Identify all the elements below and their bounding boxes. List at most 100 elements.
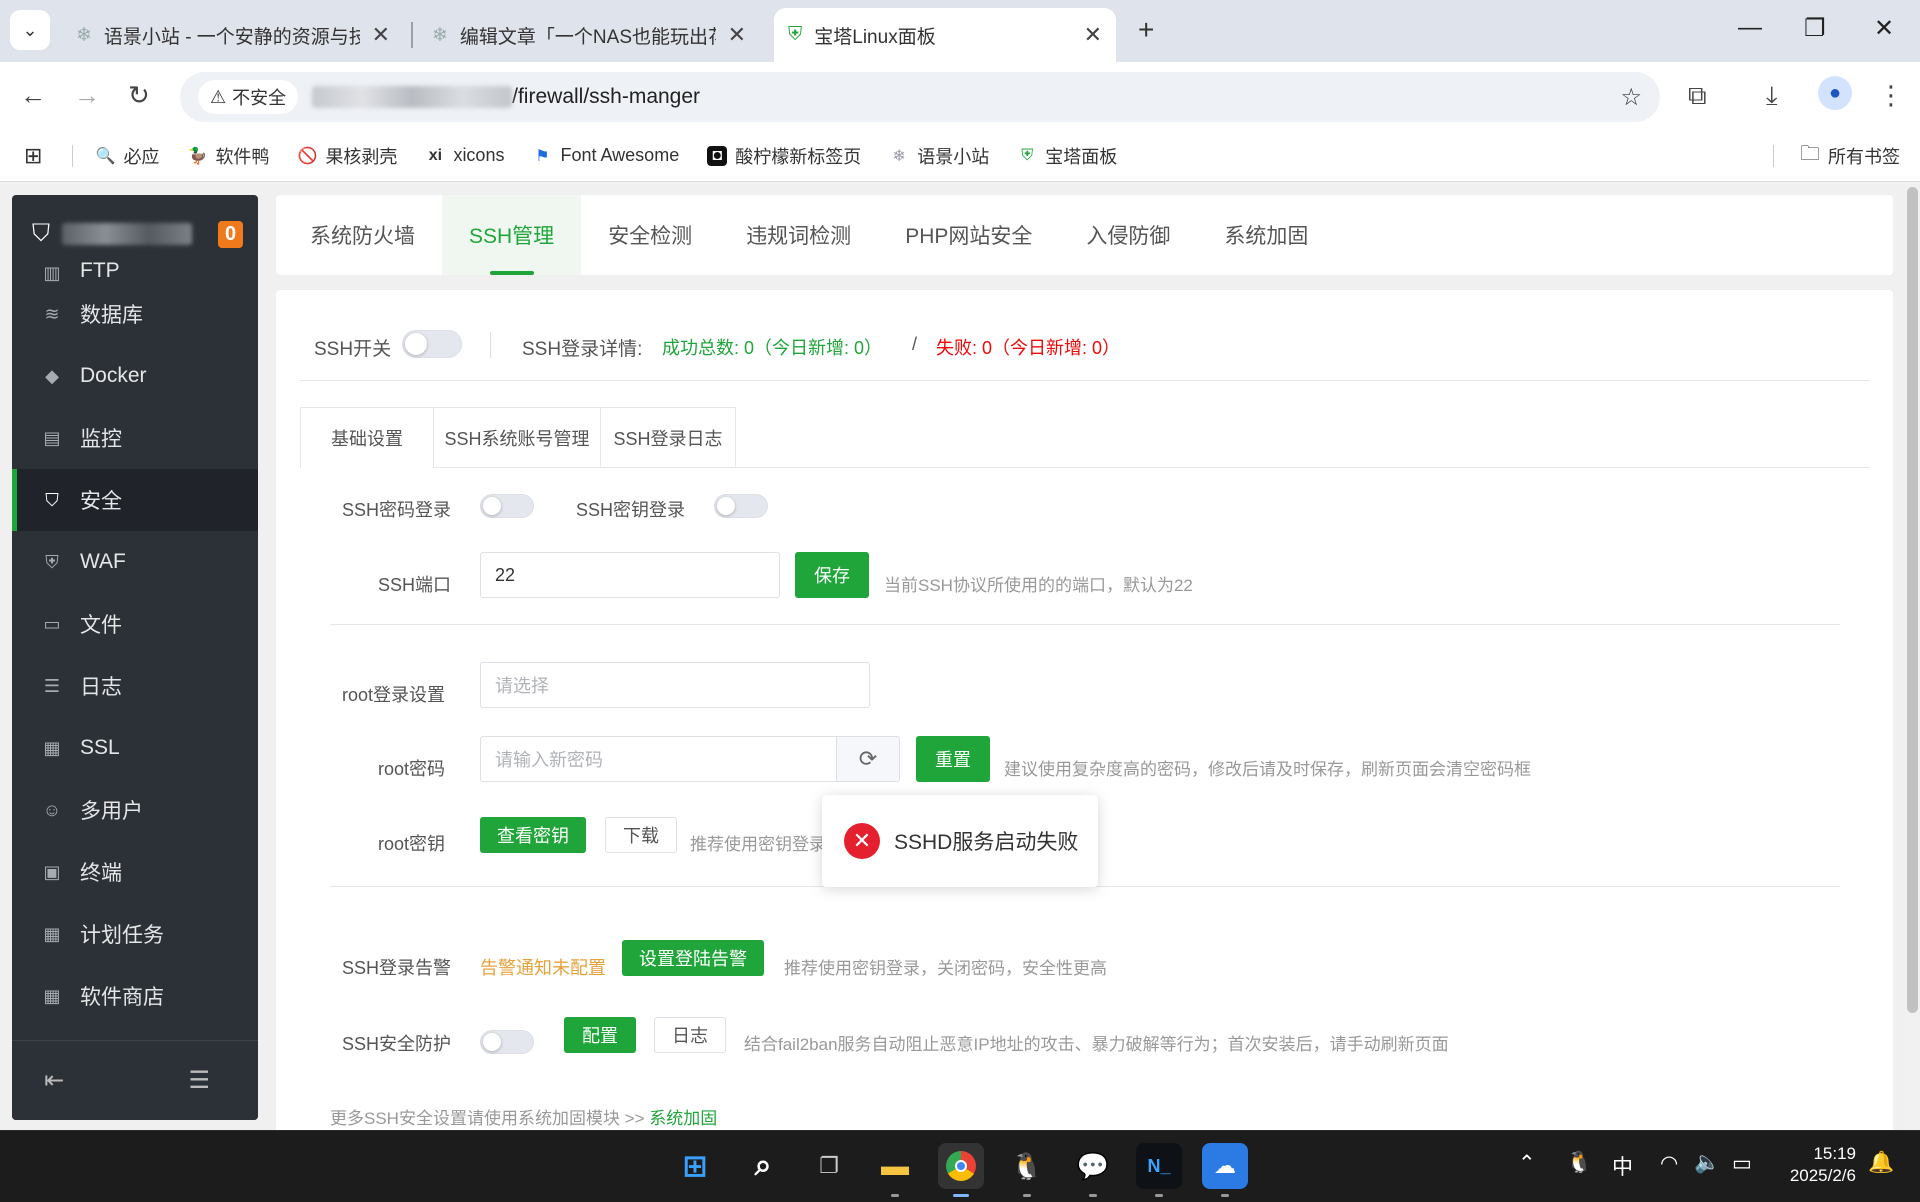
download-key-button[interactable]: 下载 [605, 817, 677, 853]
task-view-icon[interactable]: ❐ [806, 1143, 852, 1189]
sidebar-item-cron[interactable]: ▦ 计划任务 [12, 903, 258, 965]
netease-terminal-icon[interactable]: N_ [1136, 1143, 1182, 1197]
page-scrollbar[interactable] [1905, 183, 1920, 1130]
sidebar-item-terminal[interactable]: ▣ 终端 [12, 841, 258, 903]
tab-security-scan[interactable]: 安全检测 [581, 195, 719, 275]
windows-taskbar: ⊞ ⌕ ❐ ▬ 🐧 💬 N_ ☁ ⌃ 🐧 中 ◠ 🔈 ▭ 15:19 2025/… [0, 1130, 1920, 1202]
bookmark-baota[interactable]: ⛨ 宝塔面板 [1017, 143, 1117, 169]
bookmark-softduck[interactable]: 🦆 软件鸭 [187, 143, 269, 169]
sidebar-item-docker[interactable]: ◆ Docker [12, 345, 258, 407]
restore-icon[interactable]: ❐ [1804, 14, 1826, 43]
bookmark-bing[interactable]: 🔍 必应 [95, 143, 159, 169]
tab-word-check[interactable]: 违规词检测 [719, 195, 878, 275]
reload-icon[interactable]: ↻ [128, 80, 150, 111]
sidebar-item-users[interactable]: ☺ 多用户 [12, 779, 258, 841]
battery-icon[interactable]: ▭ [1732, 1151, 1752, 1176]
close-window-icon[interactable]: ✕ [1874, 14, 1894, 43]
download-icon[interactable]: ⤓ [1766, 80, 1778, 112]
browser-tab-active[interactable]: ⛨ 宝塔Linux面板 ✕ [774, 8, 1116, 62]
tab-intrusion[interactable]: 入侵防御 [1059, 195, 1197, 275]
sidebar-item-security[interactable]: ⛉ 安全 [12, 469, 258, 531]
forward-icon[interactable]: → [74, 80, 100, 111]
profile-avatar-icon[interactable]: ● [1818, 76, 1852, 110]
chrome-icon[interactable] [938, 1143, 984, 1197]
minimize-icon[interactable]: — [1738, 14, 1762, 42]
notification-badge[interactable]: 0 [218, 220, 244, 248]
subtab-basic[interactable]: 基础设置 [300, 407, 434, 468]
tab-search-button[interactable]: ⌄ [10, 10, 50, 50]
volume-icon[interactable]: 🔈 [1694, 1151, 1720, 1175]
save-port-button[interactable]: 保存 [795, 552, 869, 598]
sidebar-item-waf[interactable]: ⛨ WAF [12, 531, 258, 593]
ssh-sub-tabs: 基础设置 SSH系统账号管理 SSH登录日志 [300, 407, 1870, 468]
waf-icon: ⛨ [45, 551, 59, 572]
security-badge[interactable]: ⚠ 不安全 [198, 80, 299, 114]
store-icon: ▦ [43, 985, 61, 1006]
tray-qq-icon[interactable]: 🐧 [1566, 1151, 1592, 1175]
apps-grid-icon[interactable]: ⊞ [24, 143, 42, 169]
view-key-button[interactable]: 查看密钥 [480, 817, 586, 853]
wechat-icon[interactable]: 💬 [1070, 1143, 1116, 1197]
browser-tab[interactable]: ❄ 语景小站 - 一个安静的资源与技 ✕ [62, 8, 404, 62]
tab-php-security[interactable]: PHP网站安全 [878, 195, 1059, 275]
menu-kebab-icon[interactable]: ⋮ [1878, 80, 1904, 111]
tab-firewall[interactable]: 系统防火墙 [310, 195, 442, 275]
subtab-login-log[interactable]: SSH登录日志 [600, 407, 736, 467]
tab-ssh[interactable]: SSH管理 [442, 195, 582, 275]
ssh-master-switch[interactable] [402, 330, 462, 358]
close-tab-icon[interactable]: ✕ [1084, 22, 1102, 48]
key-login-switch[interactable] [714, 494, 768, 518]
bookmark-fontawesome[interactable]: ⚑ Font Awesome [532, 145, 679, 166]
close-tab-icon[interactable]: ✕ [372, 22, 390, 48]
pwd-login-switch[interactable] [480, 494, 534, 518]
protect-switch[interactable] [480, 1030, 534, 1054]
back-icon[interactable]: ← [20, 80, 46, 111]
sidebar-item-store[interactable]: ▦ 软件商店 [12, 965, 258, 1027]
tray-overflow-icon[interactable]: ⌃ [1518, 1151, 1536, 1176]
cloud-app-icon[interactable]: ☁ [1202, 1143, 1248, 1197]
start-icon[interactable]: ⊞ [672, 1143, 718, 1189]
scrollbar-thumb[interactable] [1907, 187, 1918, 1013]
file-explorer-icon[interactable]: ▬ [872, 1143, 918, 1197]
protect-config-button[interactable]: 配置 [564, 1017, 636, 1053]
menu-list-icon[interactable]: ☰ [188, 1066, 210, 1095]
sidebar-item-ssl[interactable]: ▦ SSL [12, 717, 258, 779]
bookmark-yujing[interactable]: ❄ 语景小站 [889, 143, 990, 169]
hardening-link[interactable]: 系统加固 [649, 1109, 717, 1128]
tab-hardening[interactable]: 系统加固 [1197, 195, 1335, 275]
search-icon[interactable]: ⌕ [740, 1143, 786, 1189]
browser-tab[interactable]: ❄ 编辑文章「一个NAS也能玩出花 ✕ [418, 8, 760, 62]
docker-icon: ◆ [45, 365, 59, 386]
bookmark-star-icon[interactable]: ☆ [1620, 83, 1642, 112]
clock[interactable]: 15:19 2025/2/6 [1778, 1143, 1856, 1187]
set-alert-button[interactable]: 设置登陆告警 [622, 940, 764, 976]
collapse-sidebar-icon[interactable]: ⇤ [44, 1066, 64, 1095]
sidebar-item-ftp[interactable]: ▥ FTP [12, 253, 258, 283]
new-tab-button[interactable]: + [1138, 14, 1154, 46]
root-password-input[interactable]: 请输入新密码 [480, 736, 837, 782]
ssl-icon: ▦ [43, 737, 61, 758]
wifi-icon[interactable]: ◠ [1660, 1151, 1678, 1176]
sidebar-item-database[interactable]: ≋ 数据库 [12, 283, 258, 345]
sidebar-item-monitor[interactable]: ▤ 监控 [12, 407, 258, 469]
protect-log-button[interactable]: 日志 [654, 1017, 726, 1053]
reset-password-button[interactable]: 重置 [916, 736, 990, 782]
address-bar[interactable]: ⚠ 不安全 /firewall/ssh-manger ☆ [180, 72, 1660, 122]
all-bookmarks[interactable]: 🗀 所有书签 [1800, 143, 1900, 169]
bookmark-label: Font Awesome [560, 145, 680, 165]
port-input[interactable]: 22 [480, 552, 780, 598]
subtab-accounts[interactable]: SSH系统账号管理 [433, 407, 601, 467]
notification-bell-icon[interactable]: 🔔 [1868, 1151, 1894, 1175]
bookmark-divider [1773, 144, 1774, 167]
extensions-icon[interactable]: ⧉ [1688, 80, 1707, 112]
sidebar-item-logs[interactable]: ☰ 日志 [12, 655, 258, 717]
input-method[interactable]: 中 [1612, 1151, 1633, 1181]
qq-icon[interactable]: 🐧 [1004, 1143, 1050, 1197]
sidebar-item-files[interactable]: ▭ 文件 [12, 593, 258, 655]
bookmark-ghxi[interactable]: 🚫 果核剥壳 [297, 143, 397, 169]
close-tab-icon[interactable]: ✕ [728, 22, 746, 48]
bookmark-newtab[interactable]: ◘ 酸柠檬新标签页 [707, 143, 861, 169]
generate-password-button[interactable]: ⟳ [836, 736, 900, 782]
root-login-select[interactable]: 请选择 [480, 662, 870, 708]
bookmark-xicons[interactable]: xi xicons [425, 145, 505, 166]
